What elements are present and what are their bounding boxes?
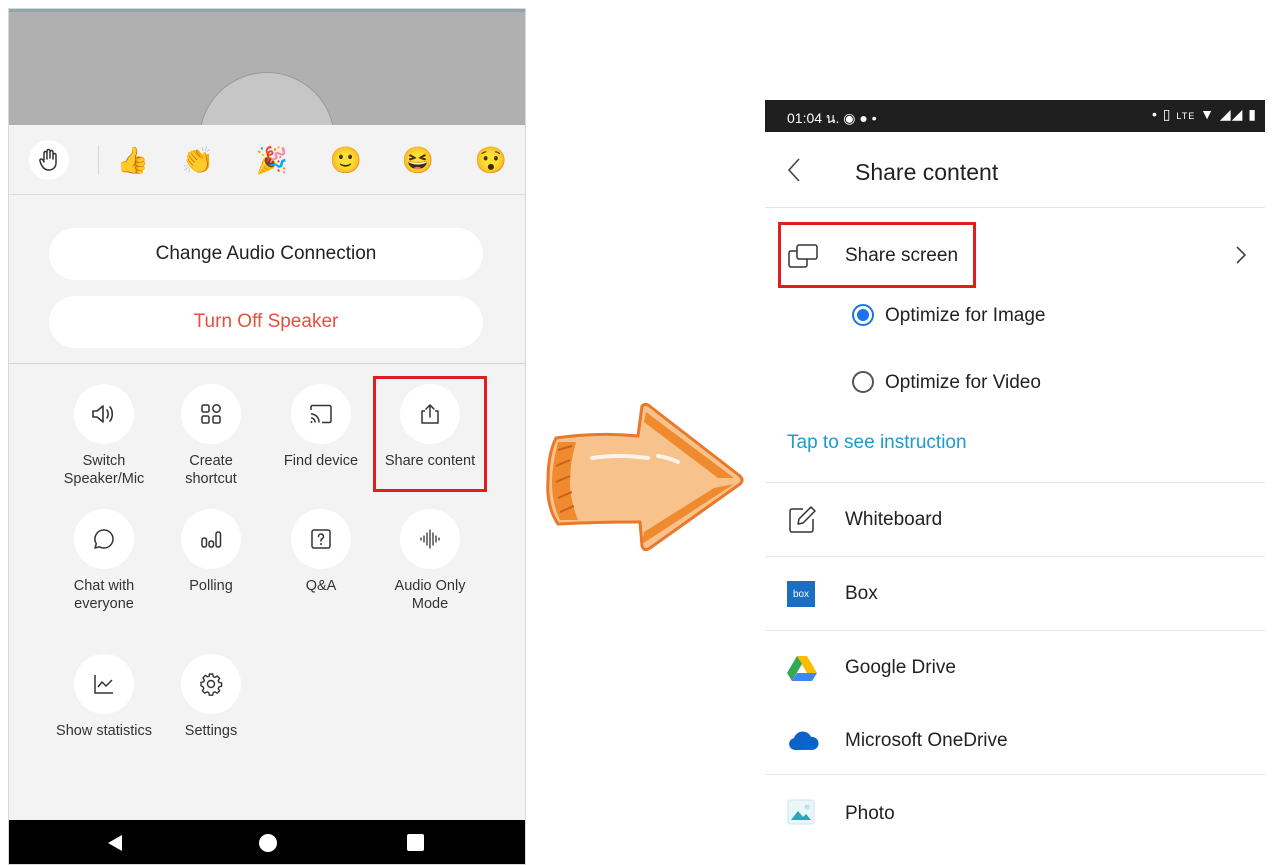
thumbs-up-reaction[interactable]: 👍 [116,143,150,177]
settings-label: Settings [184,723,238,739]
box-icon: box [787,581,815,607]
whiteboard-icon [789,506,816,533]
speaker-icon [92,405,114,423]
create-shortcut-circle [181,384,241,444]
audio-only-mode-label: Audio Only Mode [394,578,466,612]
audio-wave-icon [420,529,440,549]
instruction-link[interactable]: Tap to see instruction [787,432,967,454]
messenger-icon: ◉ [843,110,856,126]
box-label: Box [845,583,878,604]
chat-icon [94,529,114,549]
qa-label: Q&A [305,578,337,594]
gear-icon [200,673,223,696]
participant-avatar [199,72,335,125]
question-icon [311,529,331,549]
statistics-icon [94,675,113,694]
status-icons: • ▯ LTE ▼ ◢◢ ▮ [1152,106,1257,123]
audio-only-mode-button[interactable]: Audio Only Mode [380,509,480,613]
qa-button[interactable]: Q&A [271,509,371,595]
qa-circle [291,509,351,569]
show-statistics-button[interactable]: Show statistics [54,654,154,740]
optimize-video-radio[interactable] [852,371,874,393]
find-device-button[interactable]: Find device [271,384,371,470]
audio-only-circle [400,509,460,569]
chat-with-everyone-button[interactable]: Chat with everyone [54,509,154,613]
shortcut-grid-icon [201,404,221,424]
signal-icon: ◢◢ [1219,106,1244,122]
switch-speaker-mic-label: Switch Speaker/Mic [63,453,145,487]
create-shortcut-button[interactable]: Create shortcut [161,384,261,488]
laugh-reaction[interactable]: 😆 [401,143,435,177]
section-divider [9,363,525,364]
status-time: 01:04 น. ◉ ● • [787,110,877,126]
optimize-video-label: Optimize for Video [885,372,1041,393]
battery-icon: ▮ [1248,106,1257,122]
cast-icon [310,404,332,424]
back-chevron-icon[interactable] [787,156,801,184]
reaction-divider [98,145,99,175]
polling-circle [181,509,241,569]
dot-icon: • [1151,106,1158,122]
vibrate-icon: ▯ [1162,106,1172,122]
share-content-highlight [373,376,487,492]
photo-label: Photo [845,803,895,824]
optimize-image-label: Optimize for Image [885,305,1046,326]
chevron-right-icon [1236,246,1247,264]
photo-icon [787,799,815,825]
box-row[interactable]: box Box [765,557,1265,630]
nav-home-icon[interactable] [259,834,277,852]
status-bar: 01:04 น. ◉ ● • • ▯ LTE ▼ ◢◢ ▮ [765,100,1265,132]
google-drive-label: Google Drive [845,657,956,678]
raise-hand-button[interactable] [29,140,69,180]
photo-row[interactable]: Photo [765,775,1265,840]
clap-reaction[interactable]: 👏 [181,143,215,177]
show-statistics-label: Show statistics [56,723,152,739]
polling-label: Polling [189,578,233,594]
share-content-screen: 01:04 น. ◉ ● • • ▯ LTE ▼ ◢◢ ▮ Share cont… [765,100,1265,840]
statistics-circle [74,654,134,714]
onedrive-icon [789,731,819,750]
whiteboard-row[interactable]: Whiteboard [765,483,1265,556]
onedrive-label: Microsoft OneDrive [845,730,1008,751]
nav-back-icon[interactable] [108,835,122,851]
whiteboard-label: Whiteboard [845,509,943,530]
party-reaction[interactable]: 🎉 [255,143,289,177]
polling-button[interactable]: Polling [161,509,261,595]
chat-with-everyone-label: Chat with everyone [73,578,135,612]
switch-speaker-mic-button[interactable]: Switch Speaker/Mic [54,384,154,488]
chat-bubble-icon: ● [859,110,868,126]
google-drive-icon [787,656,817,681]
polling-icon [201,531,222,548]
page-title: Share content [855,159,999,185]
optimize-image-radio[interactable] [852,304,874,326]
onedrive-row[interactable]: Microsoft OneDrive [765,704,1265,776]
lte-icon: LTE [1176,111,1196,121]
google-drive-row[interactable]: Google Drive [765,631,1265,704]
android-nav-bar [9,820,525,864]
turn-off-speaker-button[interactable]: Turn Off Speaker [49,296,483,348]
chat-circle [74,509,134,569]
find-device-label: Find device [283,453,359,469]
wifi-icon: ▼ [1200,106,1215,122]
smile-reaction[interactable]: 🙂 [329,143,363,177]
switch-speaker-circle [74,384,134,444]
right-arrow-icon [541,398,748,556]
settings-button[interactable]: Settings [161,654,261,740]
share-screen-highlight [778,222,976,288]
video-preview [9,9,525,125]
surprised-reaction[interactable]: 😯 [474,143,508,177]
header-bar: Share content [765,132,1265,208]
change-audio-connection-button[interactable]: Change Audio Connection [49,228,483,280]
dot-icon: • [871,110,877,126]
nav-recent-icon[interactable] [407,834,424,851]
settings-circle [181,654,241,714]
reaction-bar: 👍 👏 🎉 🙂 😆 😯 [9,125,525,195]
raise-hand-icon [39,148,57,171]
find-device-circle [291,384,351,444]
create-shortcut-label: Create shortcut [185,453,237,487]
meeting-menu-panel: 👍 👏 🎉 🙂 😆 😯 Change Audio Connection Turn… [8,8,526,865]
